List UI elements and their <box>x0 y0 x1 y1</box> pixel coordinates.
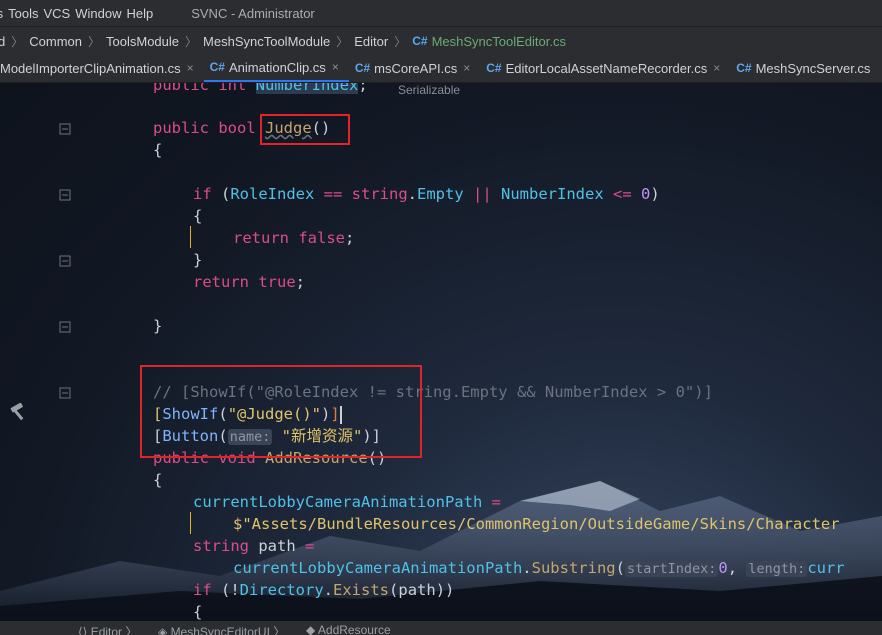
breadcrumb-item[interactable]: Common 〉 <box>29 33 106 50</box>
breadcrumb-item-current[interactable]: C# MeshSyncToolEditor.cs <box>412 34 566 49</box>
code-line: if (!Directory.Exists(path)) <box>193 581 455 599</box>
chevron-right-icon: 〉 <box>394 34 407 49</box>
fold-icon[interactable] <box>59 321 71 333</box>
code-line: currentLobbyCameraAnimationPath.Substrin… <box>233 559 845 577</box>
chevron-right-icon: 〉 <box>11 34 24 49</box>
code-editor[interactable]: public int NumberIndex; Serializable pub… <box>0 83 882 621</box>
breadcrumb-item[interactable]: d 〉 <box>0 33 29 50</box>
navigation-bar: ⟨⟩ Editor 〉 ◈ MeshSyncEditorUI 〉 ◆ AddRe… <box>0 621 882 635</box>
code-line: currentLobbyCameraAnimationPath = <box>193 493 501 511</box>
breadcrumb-item[interactable]: ToolsModule 〉 <box>106 33 203 50</box>
menu-window[interactable]: Window <box>75 6 127 21</box>
close-icon[interactable]: × <box>463 61 470 75</box>
chevron-right-icon: 〉 <box>185 34 198 49</box>
code-line: { <box>193 603 203 621</box>
tab-editorlocalassetnamerecorder[interactable]: C# EditorLocalAssetNameRecorder.cs × <box>480 54 730 82</box>
tab-label: msCoreAPI.cs <box>374 60 458 76</box>
tab-modelimporterclipanimation[interactable]: ModelImporterClipAnimation.cs × <box>0 54 204 82</box>
tab-label: EditorLocalAssetNameRecorder.cs <box>505 60 708 76</box>
csharp-file-icon: C# <box>209 60 225 74</box>
close-icon[interactable]: × <box>332 60 339 74</box>
csharp-file-icon: C# <box>486 61 502 75</box>
tab-meshsyncserver[interactable]: C# MeshSyncServer.cs <box>730 54 880 82</box>
fold-icon[interactable] <box>59 189 71 201</box>
nav-item-editor[interactable]: ⟨⟩ Editor 〉 <box>78 623 137 635</box>
hammer-icon[interactable] <box>8 402 30 426</box>
annotation-box-attributes <box>140 365 422 458</box>
ide-window: ts Tools VCS Window Help SVNC - Administ… <box>0 0 882 635</box>
parameter-hint: length: <box>746 561 808 577</box>
nav-item-addresource[interactable]: ◆ AddResource <box>306 623 391 635</box>
close-icon[interactable]: × <box>713 61 720 75</box>
code-line: public int NumberIndex; <box>153 83 368 96</box>
tab-mscoreapi[interactable]: C# msCoreAPI.cs × <box>349 54 480 82</box>
csharp-file-icon: C# <box>354 61 371 75</box>
breadcrumb-item[interactable]: MeshSyncToolModule 〉 <box>203 33 354 50</box>
code-line: } <box>153 317 163 335</box>
tab-label: MeshSyncServer.cs <box>755 60 871 76</box>
code-line: string path = <box>193 537 315 555</box>
tab-animationclip[interactable]: C# AnimationClip.cs × <box>203 54 349 82</box>
csharp-file-icon: C# <box>412 34 428 48</box>
menu-vcs[interactable]: VCS <box>43 6 76 21</box>
menu-bar: ts Tools VCS Window Help SVNC - Administ… <box>0 0 882 26</box>
breadcrumb: d 〉 Common 〉 ToolsModule 〉 MeshSyncToolModu… <box>0 26 882 55</box>
fold-icon[interactable] <box>59 255 71 267</box>
fold-icon[interactable] <box>59 123 71 135</box>
tab-label: AnimationClip.cs <box>228 59 326 75</box>
indent-guide <box>190 226 191 248</box>
menu-help[interactable]: Help <box>126 6 159 21</box>
csharp-file-icon: C# <box>736 61 752 75</box>
code-line: { <box>153 471 163 489</box>
code-line: $"Assets/BundleResources/CommonRegion/Ou… <box>233 515 840 533</box>
close-icon[interactable]: × <box>187 61 194 75</box>
tab-label: ModelImporterClipAnimation.cs <box>0 60 181 76</box>
fold-icon[interactable] <box>59 387 71 399</box>
nav-item-meshsynceditorui[interactable]: ◈ MeshSyncEditorUI 〉 <box>158 623 285 635</box>
parameter-hint: startIndex: <box>624 561 719 577</box>
codelens-serializable[interactable]: Serializable <box>398 83 460 97</box>
code-line: { <box>153 141 163 159</box>
code-line: return true; <box>193 273 305 291</box>
code-line: if (RoleIndex == string.Empty || NumberI… <box>193 185 660 203</box>
editor-tabs: ModelImporterClipAnimation.cs × C# Anima… <box>0 54 882 83</box>
chevron-right-icon: 〉 <box>88 34 101 49</box>
code-line: } <box>193 251 203 269</box>
indent-guide <box>190 512 191 534</box>
chevron-right-icon: 〉 <box>336 34 349 49</box>
annotation-box-judge <box>260 114 350 145</box>
breadcrumb-item[interactable]: Editor 〉 <box>354 33 412 50</box>
menu-tools[interactable]: Tools <box>8 6 44 21</box>
window-title: SVNC - Administrator <box>191 5 315 21</box>
code-line: { <box>193 207 203 225</box>
code-line: return false; <box>233 229 355 247</box>
